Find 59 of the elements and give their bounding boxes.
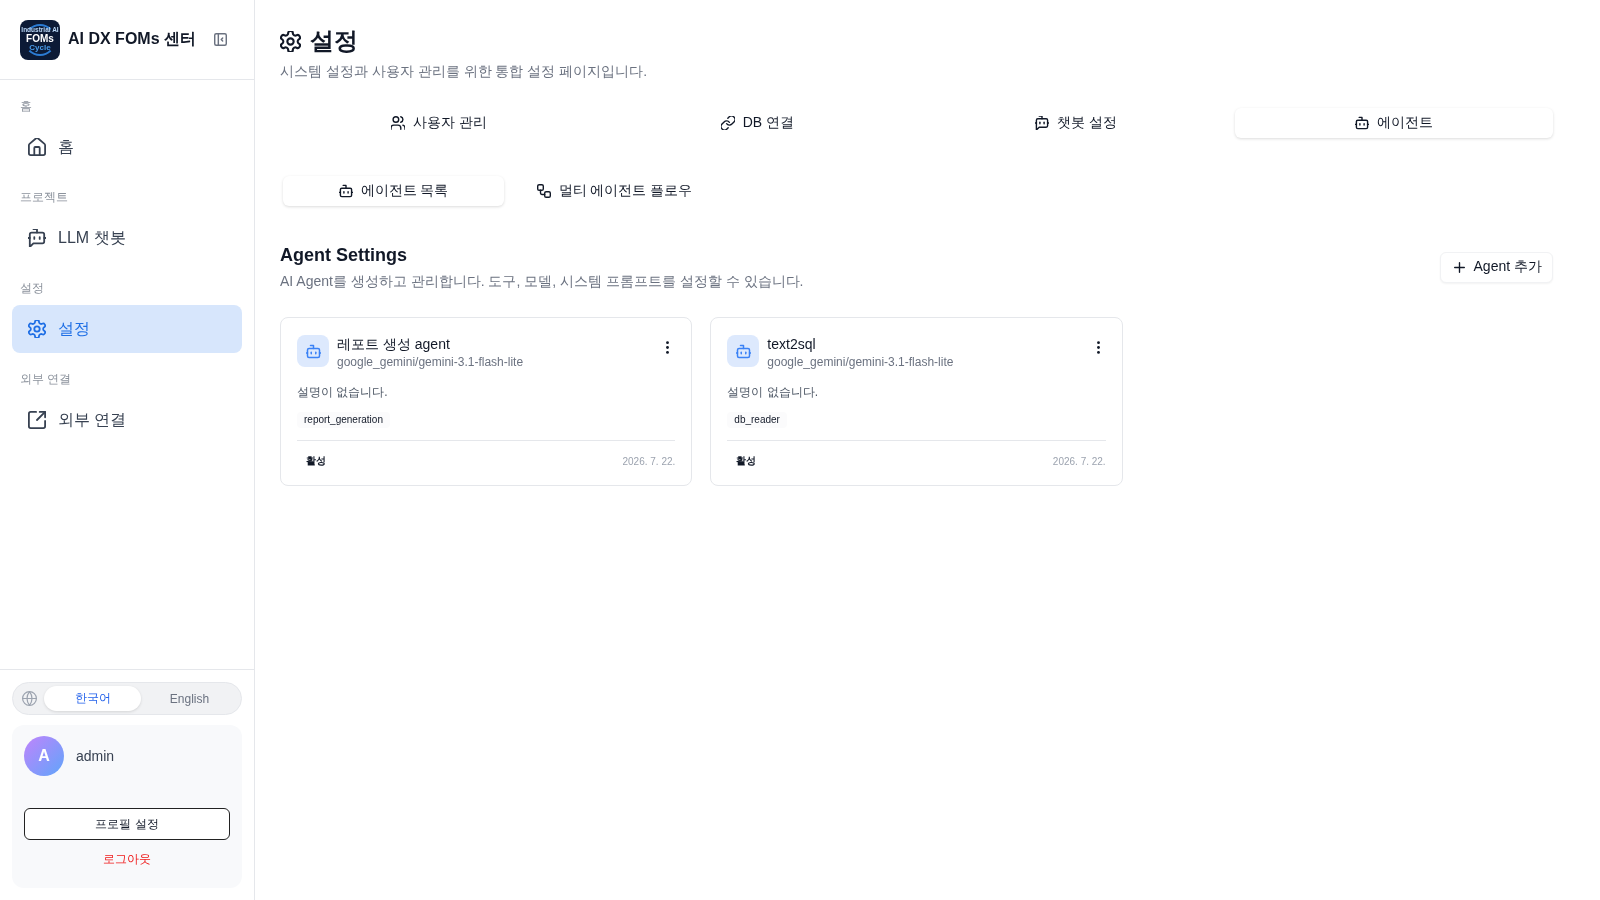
tab[interactable]: 챗봇 설정 (916, 108, 1235, 138)
robot-icon (338, 184, 353, 198)
language-option[interactable]: English (141, 686, 238, 711)
tool-tag: db_reader (727, 412, 787, 428)
vertical-dots-icon (666, 341, 670, 354)
robot-icon (1354, 116, 1369, 130)
logo-text: Cycle (29, 43, 51, 52)
nav-item[interactable]: LLM 챗봇 (12, 214, 242, 262)
page-subtitle: 시스템 설정과 사용자 관리를 위한 통합 설정 페이지입니다. (280, 63, 649, 81)
agent-name: 레포트 생성 agent (337, 335, 451, 353)
agent-name: text2sql (767, 335, 817, 353)
link-icon (720, 116, 735, 130)
user-avatar: A (24, 736, 64, 776)
tab[interactable]: 에이전트 (1234, 108, 1553, 138)
language-option[interactable]: 한국어 (44, 686, 141, 711)
vertical-dots-icon (1096, 341, 1100, 354)
page-title: 설정 (310, 26, 358, 56)
plus-icon (1453, 261, 1465, 273)
tab[interactable]: DB 연결 (598, 108, 917, 138)
agent-date: 2026. 7. 22. (1052, 455, 1106, 467)
nav-section-heading: 설정 (19, 280, 45, 297)
settings-icon (28, 320, 46, 338)
section-title: Agent Settings (280, 244, 408, 267)
workflow-icon (536, 184, 551, 198)
nav-section-heading: 프로젝트 (19, 189, 69, 206)
agent-description: 설명이 없습니다. (727, 385, 819, 400)
add-agent-button[interactable]: Agent 추가 (1439, 251, 1553, 283)
settings-icon (280, 30, 301, 52)
nav-item[interactable]: 홈 (12, 123, 242, 171)
nav-section-heading: 외부 연결 (19, 371, 73, 388)
nav-item[interactable]: 설정 (12, 305, 242, 353)
section-description: AI Agent를 생성하고 관리합니다. 도구, 모델, 시스템 프롬프트를 설정할 수 있습니다. (280, 273, 804, 291)
sidebar-toggle-button[interactable] (212, 31, 229, 48)
user-name: admin (76, 748, 115, 764)
chatbot-icon (1034, 116, 1049, 130)
home-icon (28, 138, 46, 156)
logo-text: FOMs (26, 33, 54, 44)
agent-model: google_gemini/gemini-3.1-flash-lite (337, 354, 525, 370)
profile-settings-button[interactable]: 프로필 설정 (24, 808, 230, 840)
tool-tag: report_generation (297, 412, 390, 428)
app-title: AI DX FOMs 센터 (68, 29, 196, 49)
external-link-icon (28, 411, 46, 429)
agent-date: 2026. 7. 22. (622, 455, 676, 467)
globe-icon (22, 691, 37, 706)
users-icon (391, 116, 406, 130)
agent-model: google_gemini/gemini-3.1-flash-lite (767, 354, 955, 370)
panel-icon (214, 33, 227, 46)
nav-section-heading: 홈 (19, 98, 33, 115)
agent-description: 설명이 없습니다. (297, 385, 389, 400)
subtab[interactable]: 에이전트 목록 (283, 176, 504, 206)
status-label: 활성 (736, 454, 757, 468)
robot-icon (727, 335, 760, 367)
tab[interactable]: 사용자 관리 (280, 108, 599, 138)
chatbot-icon (28, 229, 46, 247)
subtab[interactable]: 멀티 에이전트 플로우 (504, 176, 725, 206)
robot-icon (297, 335, 329, 367)
status-label: 활성 (306, 454, 326, 468)
logout-button[interactable]: 로그아웃 (97, 848, 157, 871)
nav-item[interactable]: 외부 연결 (12, 396, 242, 444)
